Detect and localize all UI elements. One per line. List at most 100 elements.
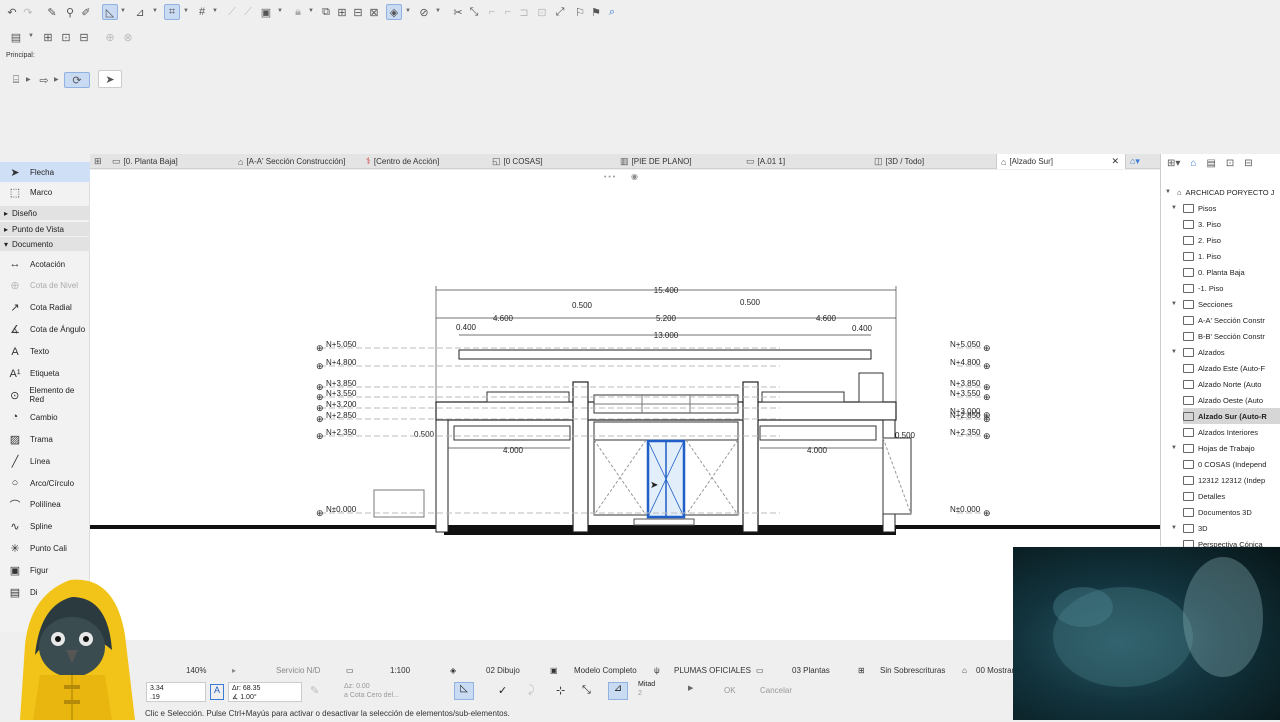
floor-plan-mode-icon[interactable]: ⌸ bbox=[8, 72, 24, 88]
ungroup-icon[interactable]: ⊟ bbox=[350, 4, 366, 20]
view-map-icon[interactable]: ⌂ bbox=[1190, 158, 1196, 169]
chevron-down-icon[interactable]: ▼ bbox=[1171, 205, 1179, 211]
navigator-item[interactable]: ▼ Pisos bbox=[1171, 200, 1280, 216]
navigator-item[interactable]: 0. Planta Baja bbox=[1183, 264, 1280, 280]
group-icon[interactable]: ⧉ bbox=[318, 4, 334, 20]
navigator-item[interactable]: 2. Piso bbox=[1183, 232, 1280, 248]
chevron-down-icon[interactable]: ▼ bbox=[1171, 445, 1179, 451]
tool-level-dimension[interactable]: ⊕ Cota de Nivel bbox=[0, 276, 90, 296]
drawing-canvas[interactable]: • • • ◉ ➤ 15.400 4.600 0.500 5.200 0.500… bbox=[90, 170, 1160, 640]
tab-a01[interactable]: ▭ [A.01 1] bbox=[746, 154, 785, 169]
chevron-down-icon[interactable]: ▼ bbox=[212, 8, 218, 14]
chevron-right-icon[interactable]: ▶ bbox=[688, 684, 693, 692]
relative-icon[interactable]: ⤸ bbox=[528, 684, 535, 697]
tool-flecha[interactable]: ➤ Flecha bbox=[0, 162, 90, 182]
navigator-item[interactable]: ▼ 3D bbox=[1171, 520, 1280, 536]
tool-label[interactable]: A¹ Etiqueta bbox=[0, 364, 90, 384]
display-order-icon[interactable]: ◈ bbox=[386, 4, 402, 20]
layout-book-icon[interactable]: ▤ bbox=[8, 29, 24, 45]
chevron-down-icon[interactable]: ▼ bbox=[152, 8, 158, 14]
tool-fill[interactable]: ▨ Trama bbox=[0, 429, 90, 449]
show-value[interactable]: 00 Mostrar bbox=[976, 660, 1014, 680]
fillet-icon[interactable]: ⌐ bbox=[500, 4, 516, 20]
section-diseno[interactable]: ▸ Diseño bbox=[0, 206, 90, 220]
chevron-down-icon[interactable]: ▼ bbox=[1171, 349, 1179, 355]
organizer-icon[interactable]: ⊟ bbox=[1244, 158, 1252, 169]
tab-seccion-construccion[interactable]: ⌂ [A-A' Sección Construcción] bbox=[238, 154, 345, 169]
chevron-down-icon[interactable]: ▼ bbox=[1171, 301, 1179, 307]
chevron-down-icon[interactable]: ▼ bbox=[435, 8, 441, 14]
release-icon[interactable]: ⊗ bbox=[120, 29, 136, 45]
navigator-item[interactable]: Alzados Interiores bbox=[1171, 424, 1280, 440]
undo-icon[interactable]: ↶ bbox=[4, 4, 20, 20]
guide-lines-icon[interactable]: ◺ bbox=[102, 4, 118, 20]
navigator-item[interactable]: 3. Piso bbox=[1183, 216, 1280, 232]
tool-line[interactable]: ╱ Línea bbox=[0, 451, 90, 471]
navigator-item[interactable]: 12312 12312 (Indep bbox=[1183, 472, 1280, 488]
project-map-icon[interactable]: ⊞▾ bbox=[1167, 158, 1180, 169]
elevation-drawing[interactable]: • • • ◉ ➤ 15.400 4.600 0.500 5.200 0.500… bbox=[90, 170, 1160, 640]
section-punto-de-vista[interactable]: ▸ Punto de Vista bbox=[0, 222, 90, 236]
tab-grid-icon[interactable]: ⊞ bbox=[94, 154, 102, 169]
publish-icon[interactable]: ⊡ bbox=[58, 29, 74, 45]
find-select-icon[interactable]: ⌕ bbox=[604, 4, 620, 20]
trace-ref-icon[interactable]: ⟋ bbox=[240, 4, 256, 20]
tool-marco[interactable]: ⬚ Marco bbox=[0, 182, 90, 202]
navigator-item[interactable]: ▼ Secciones bbox=[1171, 296, 1280, 312]
tab-0-cosas[interactable]: ◱ [0 COSAS] bbox=[492, 154, 543, 169]
pick-up-icon[interactable]: ✎ bbox=[44, 4, 60, 20]
tool-polyline[interactable]: ⌒ Polilínea bbox=[0, 495, 90, 515]
check-icon[interactable]: ✓ bbox=[498, 684, 507, 697]
ok-button[interactable]: OK bbox=[724, 686, 736, 695]
resize-icon[interactable]: ⤢ bbox=[552, 4, 568, 20]
tool-grid-element[interactable]: ⊙ Elemento de Red bbox=[0, 385, 90, 405]
tool-text[interactable]: A Texto bbox=[0, 342, 90, 362]
suspend-groups-icon[interactable]: ⊞ bbox=[334, 4, 350, 20]
navigator-item[interactable]: -1. Piso bbox=[1183, 280, 1280, 296]
delta-field[interactable]: Δr: 68.35 ∡ 1.00° bbox=[228, 682, 302, 702]
navigator-item[interactable]: ▼ Alzados bbox=[1171, 344, 1280, 360]
intersect-icon[interactable]: ⌐ bbox=[484, 4, 500, 20]
eyedropper-icon[interactable]: ⚲ bbox=[62, 4, 78, 20]
offset-icon[interactable]: ⊐ bbox=[516, 4, 532, 20]
tool-arc[interactable]: ○ Arco/Círculo bbox=[0, 473, 90, 493]
snap-guides-icon[interactable]: ⊿ bbox=[132, 4, 148, 20]
chevron-down-icon[interactable]: ▼ bbox=[277, 8, 283, 14]
orbit-icon[interactable]: ⟳ bbox=[64, 72, 90, 88]
tool-angle-dimension[interactable]: ∡ Cota de Ángulo bbox=[0, 320, 90, 340]
pens-value[interactable]: PLUMAS OFICIALES bbox=[674, 660, 751, 680]
navigator-item[interactable]: Alzado Sur (Auto-R bbox=[1183, 408, 1280, 424]
navigator-item[interactable]: Documentos 3D bbox=[1171, 504, 1280, 520]
navigator-item[interactable]: 1. Piso bbox=[1183, 248, 1280, 264]
redo-icon[interactable]: ↷ bbox=[20, 4, 36, 20]
grid-snap-icon[interactable]: # bbox=[194, 4, 210, 20]
section-documento[interactable]: ▾ Documento bbox=[0, 237, 90, 251]
syringe-icon[interactable]: ✐ bbox=[78, 4, 94, 20]
flag-list-icon[interactable]: ⚑ bbox=[588, 4, 604, 20]
angle-lock-icon[interactable]: A bbox=[210, 684, 224, 700]
tool-dimension[interactable]: ↔ Acotación bbox=[0, 254, 90, 274]
publisher-icon[interactable]: ⊡ bbox=[1226, 158, 1234, 169]
reserve-icon[interactable]: ⊕ bbox=[102, 29, 118, 45]
special-snap-icon[interactable]: ⊿ bbox=[608, 682, 628, 700]
navigator-item[interactable]: B-B' Sección Constr bbox=[1183, 328, 1280, 344]
navigator-item[interactable]: Alzado Oeste (Auto bbox=[1183, 392, 1280, 408]
layer-combo-value[interactable]: 02 Dibujo bbox=[486, 660, 520, 680]
dz-field[interactable]: Δz: 0.00 a Cota Cero del... bbox=[344, 682, 399, 700]
navigator-item[interactable]: Alzado Norte (Auto bbox=[1183, 376, 1280, 392]
navigator-item[interactable]: Detalles bbox=[1171, 488, 1280, 504]
navigator-root[interactable]: ▼ ⌂ ARCHICAD PORYECTO J bbox=[1165, 184, 1274, 200]
chevron-down-icon[interactable]: ▼ bbox=[28, 33, 34, 39]
arrange-icon[interactable]: ⊠ bbox=[366, 4, 382, 20]
tool-change[interactable]: ◔ Cambio bbox=[0, 407, 90, 427]
layers-icon[interactable]: ▣ bbox=[258, 4, 274, 20]
service-value[interactable]: Servicio N/D bbox=[276, 660, 320, 680]
lock-icon[interactable]: 🔒︎ bbox=[290, 4, 306, 20]
navigator-item[interactable]: Alzado Este (Auto-F bbox=[1183, 360, 1280, 376]
scale-value[interactable]: 1:100 bbox=[390, 660, 410, 680]
chevron-down-icon[interactable]: ▼ bbox=[405, 8, 411, 14]
zoom-value[interactable]: 140% bbox=[186, 660, 206, 680]
navigator-item[interactable]: 0 COSAS (Independ bbox=[1183, 456, 1280, 472]
flag-icon[interactable]: ⚐ bbox=[572, 4, 588, 20]
close-icon[interactable]: ✕ bbox=[1111, 156, 1119, 167]
